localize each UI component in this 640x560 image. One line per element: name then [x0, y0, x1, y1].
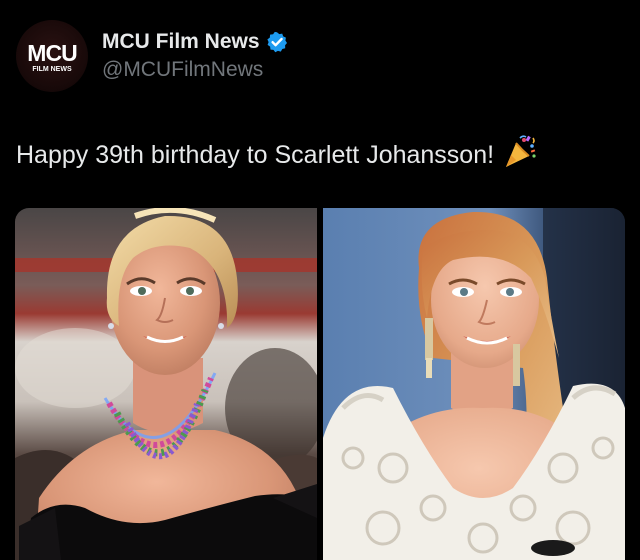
verified-badge-icon[interactable] — [266, 31, 288, 53]
avatar-logo-subtext: FILM NEWS — [32, 66, 72, 73]
display-name[interactable]: MCU Film News — [102, 30, 260, 54]
avatar[interactable]: MCU FILM NEWS — [16, 20, 88, 92]
author-name-row: MCU Film News — [102, 29, 288, 55]
photo-right[interactable] — [323, 208, 625, 560]
author-handle[interactable]: @MCUFilmNews — [102, 58, 263, 82]
tweet: MCU FILM NEWS MCU Film News @MCUFilmNews… — [0, 0, 640, 560]
party-popper-icon — [502, 134, 538, 170]
avatar-logo-text: MCU — [27, 40, 77, 66]
tweet-text: Happy 39th birthday to Scarlett Johansso… — [16, 134, 538, 170]
photo-left[interactable] — [15, 208, 317, 560]
tweet-text-content: Happy 39th birthday to Scarlett Johansso… — [16, 141, 495, 169]
tweet-media[interactable] — [15, 208, 625, 560]
avatar-logo: MCU FILM NEWS — [16, 42, 88, 74]
